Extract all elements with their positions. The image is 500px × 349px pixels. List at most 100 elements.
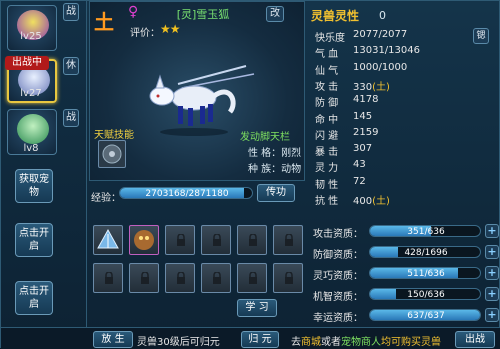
skill-book-slot[interactable] (165, 225, 195, 255)
discover-link[interactable]: 发动脚天栏 (240, 128, 290, 143)
stat-row: 抗 性 400(土) (315, 192, 499, 207)
aptitude-plus-button[interactable]: + (485, 245, 499, 259)
stat-number: 4178 (353, 94, 379, 106)
aptitude-plus-button[interactable]: + (485, 308, 499, 322)
stat-label: 快乐度 (315, 33, 345, 44)
skill-book-slot[interactable] (165, 263, 195, 293)
bottom-bar: 放 生 灵兽30级后可归元 归 元 去商城或者宠物商人均可购买灵兽 出战 (1, 327, 500, 349)
aptitude-bar: 351/636 (369, 225, 481, 237)
stat-row: 灵 力 43 (315, 159, 499, 175)
aptitude-row: 攻击资质： 351/636 + (313, 223, 499, 241)
rest-tag[interactable]: 休 (63, 57, 79, 75)
skill-flower-icon (102, 144, 122, 164)
aptitude-row: 灵巧资质： 511/636 + (313, 265, 499, 283)
skill-book-slot[interactable] (237, 263, 267, 293)
stat-value: 4178 (353, 94, 378, 105)
stat-value: 400(土) (353, 192, 390, 207)
stat-row: 攻 击 330(土) (315, 78, 499, 93)
aptitude-label: 幸运资质： (313, 313, 363, 324)
lock-icon (177, 234, 185, 246)
exp-bar: 2703168/2871180 (119, 187, 253, 199)
pet-detail-panel: 土 ♀ [灵]雪玉狐 改 评价： ★★ 天赋技能 发动脚天栏 性 格：刚烈 种 … (89, 1, 305, 349)
talent-skills-label: 天赋技能 (94, 130, 134, 141)
merchant-link[interactable]: 宠物商人 (341, 337, 381, 348)
pet-portrait (17, 114, 49, 144)
skill-book-slot[interactable] (273, 263, 303, 293)
stat-value: 145 (353, 111, 372, 122)
aptitude-bar: 511/636 (369, 267, 481, 279)
hint-text: 去 (291, 337, 301, 348)
lock-icon (285, 234, 293, 246)
stat-label: 暴 击 (315, 147, 339, 159)
stat-value: 2159 (353, 127, 378, 138)
learn-button[interactable]: 学 习 (237, 299, 277, 317)
stat-label: 防 御 (315, 98, 339, 110)
skill-book-slot[interactable] (93, 225, 123, 255)
lock-icon (141, 272, 149, 284)
aptitude-value: 428/1696 (404, 248, 448, 258)
stat-value: 307 (353, 143, 372, 154)
stat-label: 仙 气 (315, 65, 339, 77)
aptitude-label: 机智资质： (313, 292, 363, 303)
battle-button[interactable]: 出战 (455, 331, 495, 348)
release-button[interactable]: 放 生 (93, 331, 133, 348)
star-icon: ★ (169, 22, 181, 36)
pass-skill-button[interactable]: 传功 (257, 184, 295, 202)
battle-tag[interactable]: 战 (63, 3, 79, 21)
get-pet-button[interactable]: 获取宠物 (15, 169, 53, 203)
pet-slot-1[interactable] (7, 5, 57, 51)
aptitude-label: 防御资质： (313, 250, 363, 261)
stat-row: 防 御 4178 (315, 94, 499, 110)
stat-value: 330(土) (353, 78, 390, 93)
species-text: 种 族：动物 (248, 164, 302, 175)
stat-label: 灵 力 (315, 163, 339, 175)
stat-element-bonus: (土) (372, 196, 390, 207)
battle-tag[interactable]: 战 (63, 109, 79, 127)
skill-book-slot[interactable] (201, 225, 231, 255)
aptitude-label: 攻击资质： (313, 229, 363, 240)
talent-skill-slot[interactable] (98, 140, 126, 168)
skill-book-slot[interactable] (93, 263, 123, 293)
stat-number: 13031/13046 (353, 45, 420, 57)
stat-label: 气 血 (315, 49, 339, 61)
skill-book-slot[interactable] (129, 225, 159, 255)
return-notice: 灵兽30级后可归元 (137, 337, 220, 348)
stat-value: 2077/2077 (353, 29, 407, 40)
skill-book-slot[interactable] (201, 263, 231, 293)
aptitude-value: 511/636 (407, 269, 445, 279)
aptitude-plus-button[interactable]: + (485, 266, 499, 280)
stat-row: 闪 避 2159 (315, 127, 499, 142)
skill-book-slot[interactable] (237, 225, 267, 255)
lock-icon (213, 234, 221, 246)
stat-value: 72 (353, 176, 366, 187)
pet-level: lv25 (20, 31, 42, 42)
aptitude-plus-button[interactable]: + (485, 287, 499, 301)
stat-number: 330 (353, 81, 373, 93)
ice-skill-icon (97, 228, 119, 249)
rating-stars: ★★ (160, 22, 181, 36)
pet-list-panel: 战 lv25 出战中 休 lv27 战 lv8 获取宠物 点击开启 点击开启 (1, 1, 87, 349)
stat-value: 13031/13046 (353, 45, 420, 56)
female-icon: ♀ (128, 4, 139, 20)
aptitude-bar: 428/1696 (369, 246, 481, 258)
lock-icon (213, 272, 221, 284)
stat-label: 攻 击 (315, 81, 339, 93)
stat-number: 1000/1000 (353, 61, 408, 73)
return-button[interactable]: 归 元 (241, 331, 279, 348)
open-slot-button[interactable]: 点击开启 (15, 281, 53, 315)
aptitude-row: 机智资质： 150/636 + (313, 286, 499, 304)
aptitude-bar: 150/636 (369, 288, 481, 300)
skill-book-slot[interactable] (273, 225, 303, 255)
lock-icon (105, 272, 113, 284)
open-slot-button[interactable]: 点击开启 (15, 223, 53, 257)
hint-text: 或者 (321, 337, 341, 348)
pet-stats-panel: 灵兽灵性 0 锶 快乐度 2077/2077 气 血 13031/13046 仙 气 10… (307, 1, 499, 349)
shop-link[interactable]: 商城 (301, 337, 321, 348)
rename-button[interactable]: 改 (266, 6, 284, 22)
beast-skill-icon (134, 230, 154, 250)
skill-book-slot[interactable] (129, 263, 159, 293)
stat-label: 抗 性 (315, 196, 339, 207)
aptitude-plus-button[interactable]: + (485, 224, 499, 238)
pet-display: 土 ♀ [灵]雪玉狐 改 评价： ★★ 天赋技能 发动脚天栏 性 格：刚烈 种 … (89, 1, 305, 181)
stat-row: 暴 击 307 (315, 143, 499, 159)
